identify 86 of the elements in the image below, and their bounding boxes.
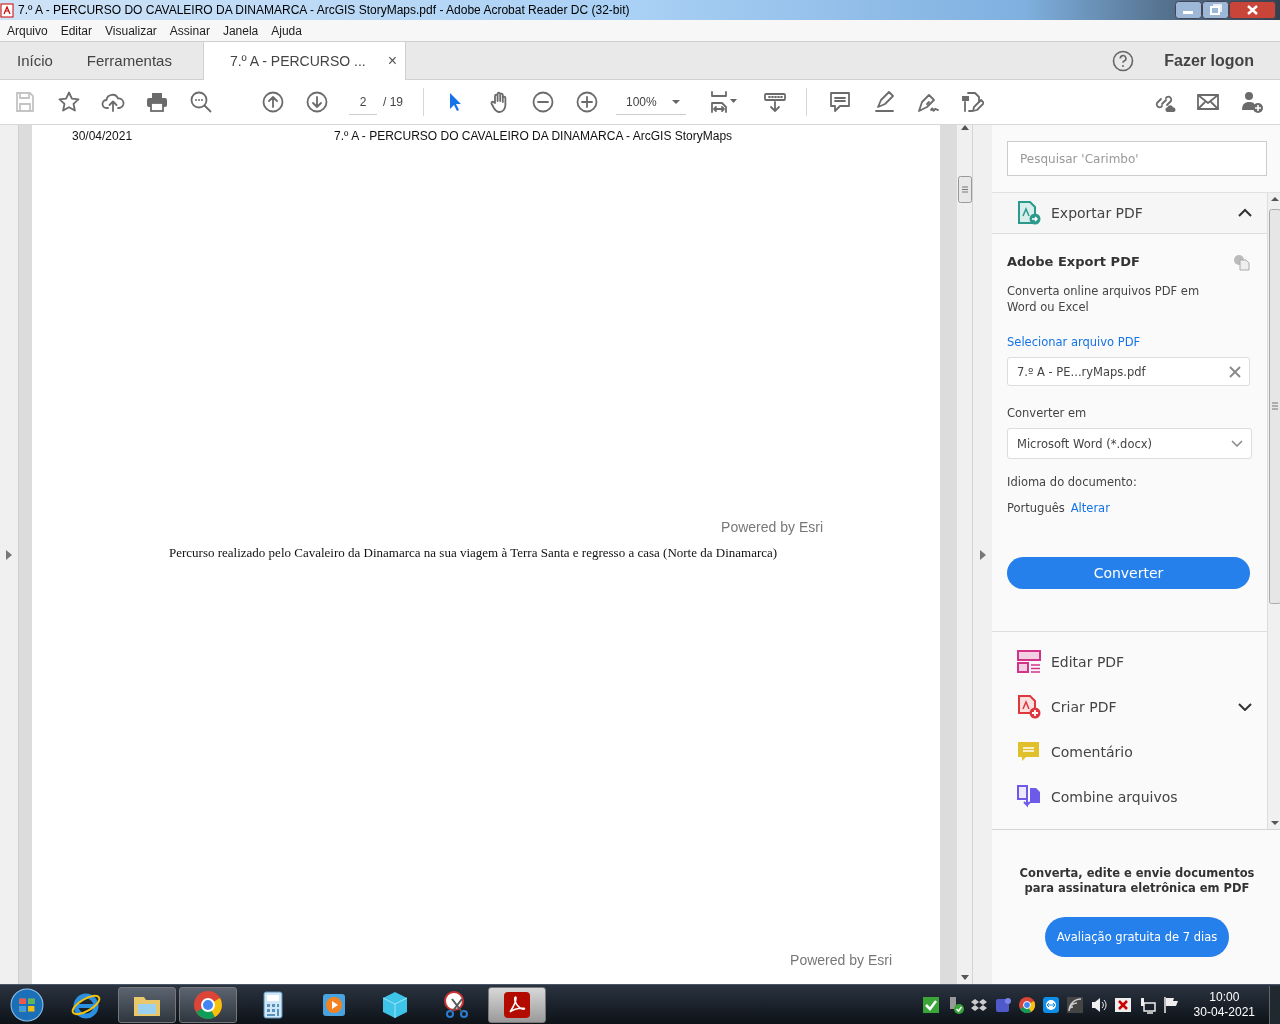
select-file-link[interactable]: Selecionar arquivo PDF: [1007, 335, 1250, 349]
arrow-down-icon[interactable]: [305, 90, 329, 114]
change-language-link[interactable]: Alterar: [1070, 501, 1110, 515]
pdf-export-icon: [1017, 201, 1041, 225]
convert-button[interactable]: Converter: [1007, 557, 1250, 589]
zoom-dropdown[interactable]: 100%: [616, 89, 686, 115]
search-icon[interactable]: [189, 90, 213, 114]
caret-icon: [672, 99, 680, 104]
chevron-down-icon: [1231, 440, 1243, 447]
map-credit: Powered by Esri: [721, 519, 823, 535]
collapse-right-pane-icon[interactable]: [979, 549, 986, 560]
menu-item[interactable]: Assinar: [164, 23, 215, 38]
print-icon[interactable]: [145, 90, 169, 114]
page-header-title: 7.º A - PERCURSO DO CAVALEIRO DA DINAMARCA - ArcGIS StoryMaps: [334, 129, 733, 143]
convert-label: Converter em: [1007, 406, 1088, 420]
fit-page-icon[interactable]: [709, 90, 739, 114]
minimize-button[interactable]: [1175, 1, 1202, 19]
menu-item[interactable]: Visualizar: [100, 23, 162, 38]
document-tab[interactable]: 7.º A - PERCURSO ... ×: [202, 42, 407, 80]
tool-item[interactable]: Comentário: [992, 729, 1267, 774]
zoom-in-icon[interactable]: [575, 90, 599, 114]
chevron-down-icon[interactable]: [1238, 702, 1252, 711]
sign-in-link[interactable]: Fazer logon: [1164, 51, 1254, 70]
promo-text: Converta, edite e envie documentos para assinatura eletrônica em PDF: [1018, 866, 1256, 896]
map-caption: Percurso realizado pelo Cavaleiro da Dinamarca na sua viagem à Terra Santa e regresso a casa (Norte da Dinamarca): [169, 545, 779, 561]
comment-icon[interactable]: [828, 90, 852, 114]
export-heading: Adobe Export PDF: [1007, 254, 1140, 271]
tool-item[interactable]: Editar PDF: [992, 639, 1267, 684]
help-icon[interactable]: [1112, 49, 1135, 72]
zoom-out-icon[interactable]: [531, 90, 555, 114]
search-field[interactable]: Pesquisar 'Carimbo': [1007, 141, 1267, 176]
expand-left-pane-icon[interactable]: [6, 549, 12, 560]
scroll-up-arrow[interactable]: [1271, 197, 1279, 201]
flag-icon[interactable]: [1161, 995, 1180, 1014]
speaker-icon[interactable]: [1089, 995, 1108, 1014]
restore-button[interactable]: [1202, 1, 1229, 19]
language-value: Português: [1007, 501, 1065, 515]
remote-arrows-icon[interactable]: [1041, 995, 1060, 1014]
comment-icon: [1017, 739, 1041, 764]
round-browser-icon[interactable]: [192, 988, 224, 1021]
clock[interactable]: 10:00 30-04-2021: [1193, 989, 1255, 1020]
menu-item[interactable]: Janela: [217, 23, 264, 38]
online-document-icon: [1233, 254, 1250, 271]
menu-item[interactable]: Arquivo: [2, 23, 53, 38]
pdf-add-icon: [1017, 694, 1041, 719]
menu-item[interactable]: Ajuda: [266, 23, 307, 38]
show-desktop-button[interactable]: [1269, 985, 1280, 1024]
scroll-down-arrow[interactable]: [960, 975, 969, 980]
map-credit: Powered by Esri: [790, 952, 892, 968]
clear-icon[interactable]: [1229, 365, 1241, 378]
scroll-mode-icon[interactable]: [763, 90, 787, 114]
scroll-down-arrow[interactable]: [1271, 821, 1279, 825]
scrollbar-thumb[interactable]: [1269, 209, 1280, 604]
tab-close-button[interactable]: ×: [387, 52, 398, 70]
signal-icon[interactable]: [1065, 995, 1084, 1014]
free-trial-button[interactable]: Avaliação gratuita de 7 dias: [1044, 917, 1230, 957]
file-field[interactable]: 7.º A - PE...ryMaps.pdf: [1007, 357, 1250, 386]
arrow-up-icon[interactable]: [261, 90, 285, 114]
round-browser-icon[interactable]: [1017, 995, 1036, 1014]
team-icon[interactable]: [993, 995, 1012, 1014]
document-tab[interactable]: Ferramentas: [69, 42, 189, 79]
edit-document-icon[interactable]: [960, 90, 984, 114]
window-title: 7.º A - PERCURSO DO CAVALEIRO DA DINAMARCA - ArcGIS StoryMaps.pdf - Adobe Acrobat Reader DC (32-bit): [18, 3, 631, 17]
star-icon[interactable]: [57, 90, 81, 114]
export-pdf-section-header[interactable]: Exportar PDF: [992, 193, 1267, 234]
format-dropdown[interactable]: Microsoft Word (*.docx): [1007, 428, 1252, 459]
error-icon[interactable]: [1113, 995, 1132, 1014]
highlighter-icon[interactable]: [872, 90, 896, 114]
combine-files-icon: [1017, 784, 1041, 809]
add-user-icon[interactable]: [1240, 90, 1264, 114]
export-description: Converta online arquivos PDF em Word ou Excel: [1007, 283, 1201, 315]
menu-item[interactable]: Editar: [55, 23, 98, 38]
document-tab[interactable]: Início: [0, 42, 70, 79]
scroll-up-arrow[interactable]: [960, 125, 969, 130]
tool-item[interactable]: Combine arquivos: [992, 774, 1267, 819]
chevron-up-icon[interactable]: [1238, 208, 1252, 218]
close-button[interactable]: [1229, 1, 1276, 19]
language-label: Idioma do documento:: [1007, 475, 1138, 489]
page-header-date: 30/04/2021: [72, 129, 133, 143]
layout-edit-icon: [1017, 649, 1041, 674]
page-count: / 19: [383, 95, 403, 109]
tool-item[interactable]: Criar PDF: [992, 684, 1267, 729]
start-button[interactable]: [10, 987, 44, 1022]
pdf-file-icon: [0, 2, 14, 18]
check-icon[interactable]: [921, 995, 940, 1014]
scrollbar-thumb[interactable]: [957, 176, 972, 203]
